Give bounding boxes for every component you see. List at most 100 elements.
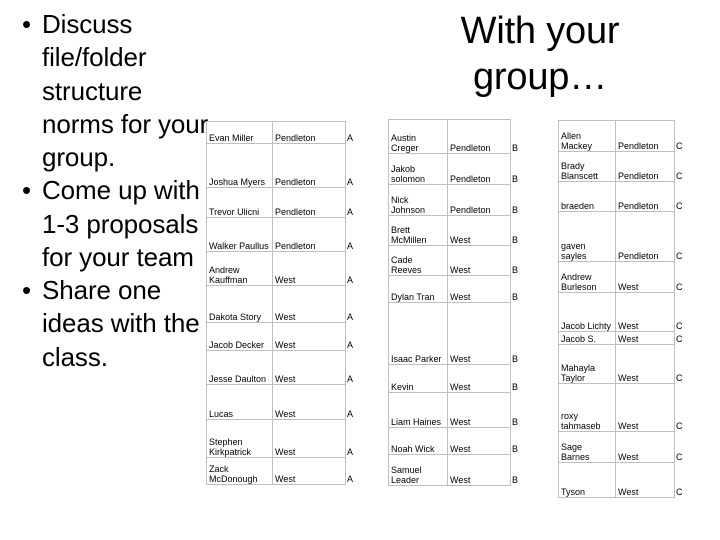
table-row: Liam Haines West B [388,392,527,428]
cell-group-letter: B [510,245,527,276]
cell-school: Pendleton [272,143,346,188]
table-row: Trevor Ulicni Pendleton A [206,187,362,218]
cell-student-name: braeden [558,181,616,212]
cell-student-name: Zack McDonough [206,457,273,485]
cell-school: Pendleton [447,119,511,154]
cell-school: West [447,364,511,393]
cell-school: West [615,292,675,332]
table-row: braeden Pendleton C [558,181,691,212]
cell-group-letter: B [510,215,527,246]
cell-student-name: Andrew Burleson [558,261,616,293]
table-row: Brett McMillen West B [388,215,527,246]
table-row: Tyson West C [558,462,691,498]
cell-school: West [615,462,675,498]
cell-school: West [272,285,346,323]
cell-student-name: Stephen Kirkpatrick [206,419,273,458]
table-row: Sage Barnes West C [558,431,691,463]
table-row: Lucas West A [206,384,362,420]
cell-student-name: roxy tahmaseb [558,383,616,432]
slide-body: • Discuss file/folder structure norms for… [14,8,214,374]
cell-student-name: Jacob S. [558,331,616,345]
cell-student-name: Trevor Ulicni [206,187,273,218]
cell-student-name: Jesse Daulton [206,350,273,385]
cell-group-letter: C [674,211,691,262]
table-row: Jakob solomon Pendleton B [388,153,527,185]
bullet-dot-icon: • [22,9,32,39]
table-row: Noah Wick West B [388,427,527,455]
cell-school: Pendleton [615,211,675,262]
cell-school: West [447,275,511,303]
table-row: Nick Johnson Pendleton B [388,184,527,216]
table-row: Jesse Daulton West A [206,350,362,385]
cell-student-name: Sage Barnes [558,431,616,463]
cell-student-name: Isaac Parker [388,302,448,365]
cell-student-name: Nick Johnson [388,184,448,216]
table-row: Joshua Myers Pendleton A [206,143,362,188]
table-row: Kevin West B [388,364,527,393]
bullet-item: • Discuss file/folder structure norms for… [14,8,214,174]
title-line-2: group… [473,56,607,99]
table-row: Brady Blanscett Pendleton C [558,151,691,182]
cell-school: Pendleton [272,217,346,252]
table-row: Stephen Kirkpatrick West A [206,419,362,458]
cell-school: West [615,383,675,432]
cell-school: Pendleton [272,187,346,218]
table-row: Cade Reeves West B [388,245,527,276]
table-row: Evan Miller Pendleton A [206,121,362,144]
table-group-b: Austin Creger Pendleton B Jakob solomon Pend… [388,119,527,486]
bullet-item: • Share one ideas with the class. [14,274,214,374]
cell-student-name: Jakob solomon [388,153,448,185]
cell-group-letter: A [345,322,362,351]
cell-school: Pendleton [272,121,346,144]
cell-group-letter: A [345,187,362,218]
cell-student-name: Mahayla Taylor [558,344,616,384]
bullet-item: • Come up with 1-3 proposals for your tea… [14,174,214,274]
cell-school: West [447,454,511,486]
cell-school: West [615,431,675,463]
cell-student-name: Tyson [558,462,616,498]
bullet-item-text: Discuss file/folder structure norms for … [42,9,209,173]
table-row: Jacob Decker West A [206,322,362,351]
cell-group-letter: C [674,261,691,293]
cell-school: Pendleton [615,181,675,212]
cell-group-letter: A [345,457,362,485]
cell-student-name: Allen Mackey [558,120,616,152]
table-row: Dylan Tran West B [388,275,527,303]
table-row: Dakota Story West A [206,285,362,323]
cell-student-name: Cade Reeves [388,245,448,276]
cell-group-letter: A [345,217,362,252]
cell-group-letter: B [510,275,527,303]
cell-school: Pendleton [615,120,675,152]
cell-group-letter: C [674,344,691,384]
cell-student-name: Andrew Kauffman [206,251,273,286]
cell-group-letter: C [674,431,691,463]
cell-group-letter: C [674,292,691,332]
cell-school: West [447,427,511,455]
cell-student-name: Lucas [206,384,273,420]
cell-student-name: Jacob Decker [206,322,273,351]
table-row: Austin Creger Pendleton B [388,119,527,154]
cell-school: West [615,261,675,293]
cell-school: West [447,245,511,276]
bullet-dot-icon: • [22,275,32,306]
slide-title: With your group… [390,8,690,101]
cell-student-name: Joshua Myers [206,143,273,188]
cell-group-letter: C [674,120,691,152]
bullet-dot-icon: • [22,175,32,206]
table-row: gaven sayles Pendleton C [558,211,691,262]
table-group-c: Allen Mackey Pendleton C Brady Blanscett Pen… [558,120,691,498]
cell-group-letter: B [510,392,527,428]
cell-group-letter: B [510,119,527,154]
cell-student-name: Brett McMillen [388,215,448,246]
cell-student-name: Austin Creger [388,119,448,154]
cell-school: West [615,344,675,384]
cell-student-name: gaven sayles [558,211,616,262]
bullet-item-text: Come up with 1-3 proposals for your team [42,175,200,272]
cell-student-name: Liam Haines [388,392,448,428]
cell-student-name: Brady Blanscett [558,151,616,182]
table-row: roxy tahmaseb West C [558,383,691,432]
cell-student-name: Dylan Tran [388,275,448,303]
cell-group-letter: C [674,462,691,498]
cell-student-name: Samuel Leader [388,454,448,486]
table-row: Walker Paullus Pendleton A [206,217,362,252]
